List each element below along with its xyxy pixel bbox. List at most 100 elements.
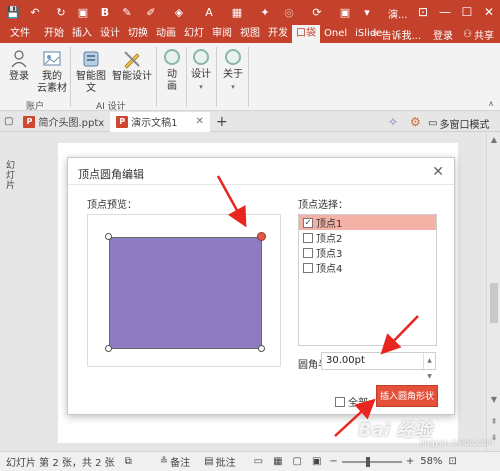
zoom-out-icon[interactable]: − bbox=[329, 456, 337, 467]
vertex-handle-top-left[interactable] bbox=[105, 233, 112, 240]
scroll-up-icon[interactable]: ▲ bbox=[489, 135, 499, 145]
zoom-slider[interactable] bbox=[341, 456, 402, 467]
tab-close-icon[interactable]: ✕ bbox=[196, 116, 204, 127]
vertex-checkbox-1[interactable]: ✓ bbox=[303, 217, 313, 228]
radius-input[interactable]: 30.00pt ▲ ▼ bbox=[321, 352, 436, 380]
vertex-item-4[interactable]: 顶点4 bbox=[299, 260, 436, 275]
vertex-checkbox-4[interactable] bbox=[303, 262, 313, 273]
doc-tab-1[interactable]: P 简介头图.pptx bbox=[17, 112, 110, 132]
comments-button[interactable]: 批注 bbox=[216, 454, 236, 469]
smart-text-button[interactable]: 智能图文 bbox=[72, 49, 110, 95]
customize-icon[interactable]: ▾ bbox=[358, 3, 376, 21]
notes-button[interactable]: 备注 bbox=[170, 454, 190, 469]
dialog-close-icon[interactable]: ✕ bbox=[432, 164, 444, 180]
window-icon: ▭ bbox=[428, 118, 438, 129]
vertex-select-label: 顶点选择： bbox=[298, 200, 348, 211]
login-link[interactable]: 登录 bbox=[433, 27, 453, 42]
lightbulb-icon: ☼ bbox=[370, 28, 380, 40]
all-checkbox[interactable] bbox=[335, 396, 345, 407]
maximize-icon[interactable]: ☐ bbox=[458, 2, 476, 22]
spellcheck-icon[interactable]: ⧉ bbox=[125, 456, 132, 467]
gear-icon[interactable]: ⚙ bbox=[410, 115, 421, 129]
tab-animations[interactable]: 动画 bbox=[152, 25, 180, 43]
smart-design-button[interactable]: 智能设计 bbox=[111, 49, 153, 83]
reading-view-icon[interactable]: ▢ bbox=[293, 456, 302, 467]
minimize-icon[interactable]: — bbox=[436, 2, 454, 22]
share-button[interactable]: 共享 bbox=[474, 27, 494, 42]
vertex-item-1[interactable]: ✓ 顶点1 bbox=[299, 215, 436, 230]
my-materials-button[interactable]: 我的 云素材 bbox=[36, 49, 68, 95]
my-materials-label-1: 我的 bbox=[42, 71, 62, 82]
tab-view[interactable]: 视图 bbox=[236, 25, 264, 43]
redo-icon[interactable]: ↻ bbox=[52, 3, 70, 21]
doc-tab-1-label: 简介头图.pptx bbox=[38, 118, 105, 129]
vertex-item-3[interactable]: 顶点3 bbox=[299, 245, 436, 260]
scroll-down-icon[interactable]: ▼ bbox=[489, 395, 499, 405]
pen-icon[interactable]: ✐ bbox=[142, 3, 160, 21]
select-all-checkbox[interactable]: 全部 bbox=[335, 394, 368, 409]
animation-button[interactable]: 动 画 bbox=[162, 49, 182, 93]
vertex-handle-bottom-left[interactable] bbox=[105, 345, 112, 352]
design-button[interactable]: 设计 ▾ bbox=[190, 49, 212, 93]
prev-slide-icon[interactable]: ⇞ bbox=[489, 417, 499, 427]
zoom-thumb[interactable] bbox=[365, 456, 370, 467]
spin-down-icon[interactable]: ▼ bbox=[427, 369, 432, 385]
chevron-down-icon: ▾ bbox=[199, 83, 203, 91]
format-icon[interactable]: ▦ bbox=[228, 3, 246, 21]
tab-transitions[interactable]: 切换 bbox=[124, 25, 152, 43]
vertical-scrollbar[interactable]: ▲ ▼ ⇞ ⇟ bbox=[486, 133, 500, 451]
new-tab-icon[interactable]: + bbox=[210, 112, 234, 132]
save-icon[interactable]: 💾 bbox=[4, 3, 22, 21]
fill-color-icon[interactable]: ◈ bbox=[170, 3, 188, 21]
paint-icon[interactable]: ✦ bbox=[256, 3, 274, 21]
tab-pocket[interactable]: 口袋 bbox=[292, 25, 320, 43]
tab-home[interactable]: 开始 bbox=[40, 25, 68, 43]
about-icon bbox=[225, 49, 241, 65]
ribbon-display-icon[interactable]: ⊡ bbox=[414, 2, 432, 22]
normal-view-icon[interactable]: ▭ bbox=[254, 456, 263, 467]
shape-icon[interactable]: ◎ bbox=[280, 3, 298, 21]
tab-file[interactable]: 文件 bbox=[0, 25, 40, 43]
slides-pane-label[interactable]: 幻灯片 bbox=[6, 161, 16, 191]
tab-slideshow[interactable]: 幻灯 bbox=[180, 25, 208, 43]
undo-icon[interactable]: ↶ bbox=[26, 3, 44, 21]
login-button[interactable]: 登录 bbox=[6, 49, 32, 83]
font-color-a-icon[interactable]: A bbox=[200, 3, 218, 21]
format-painter-icon[interactable]: ▣ bbox=[74, 3, 92, 21]
vertex-item-2[interactable]: 顶点2 bbox=[299, 230, 436, 245]
tab-design[interactable]: 设计 bbox=[96, 25, 124, 43]
vertex-handle-bottom-right[interactable] bbox=[258, 345, 265, 352]
zoom-in-icon[interactable]: + bbox=[406, 456, 414, 467]
fit-slide-icon[interactable]: ⊡ bbox=[448, 456, 456, 467]
comments-icon[interactable]: ▤ bbox=[204, 456, 213, 467]
tab-developer[interactable]: 开发 bbox=[264, 25, 292, 43]
close-icon[interactable]: ✕ bbox=[480, 2, 498, 22]
notes-icon[interactable]: ≗ bbox=[160, 456, 168, 467]
brush-icon[interactable]: ✎ bbox=[118, 3, 136, 21]
insert-rounded-shape-button[interactable]: 插入圆角形状 bbox=[376, 385, 438, 407]
multi-window-button[interactable]: ▭ 多窗口模式 bbox=[428, 116, 489, 131]
refresh-icon[interactable]: ⟳ bbox=[308, 3, 326, 21]
about-button[interactable]: 关于 ▾ bbox=[222, 49, 244, 93]
ribbon-tabs-right: ☼ 告诉我... 登录 ⚇ 共享 bbox=[371, 25, 500, 43]
zoom-level[interactable]: 58% bbox=[420, 456, 442, 467]
slideshow-icon[interactable]: ▣ bbox=[312, 456, 321, 467]
vertex-handle-top-right[interactable] bbox=[257, 232, 266, 241]
file-tab-icon[interactable]: ▢ bbox=[0, 112, 17, 132]
magic-icon[interactable]: ✧ bbox=[388, 115, 398, 129]
bold-b-icon[interactable]: B bbox=[96, 3, 114, 21]
tab-insert[interactable]: 插入 bbox=[68, 25, 96, 43]
collapse-ribbon-icon[interactable]: ∧ bbox=[488, 99, 494, 108]
scroll-thumb[interactable] bbox=[490, 283, 498, 323]
image-icon[interactable]: ▣ bbox=[336, 3, 354, 21]
tell-me-input[interactable]: 告诉我... bbox=[381, 27, 421, 42]
vertex-checkbox-3[interactable] bbox=[303, 247, 313, 258]
tab-onekey[interactable]: Onel bbox=[320, 25, 351, 43]
doc-tab-2[interactable]: P 演示文稿1 ✕ bbox=[110, 111, 210, 132]
sorter-view-icon[interactable]: ▦ bbox=[273, 456, 282, 467]
vertex-label-4: 顶点4 bbox=[316, 264, 343, 275]
tab-review[interactable]: 审阅 bbox=[208, 25, 236, 43]
spin-up-icon[interactable]: ▲ bbox=[427, 353, 432, 369]
vertex-checkbox-2[interactable] bbox=[303, 232, 313, 243]
radius-stepper[interactable]: ▲ ▼ bbox=[423, 353, 435, 380]
